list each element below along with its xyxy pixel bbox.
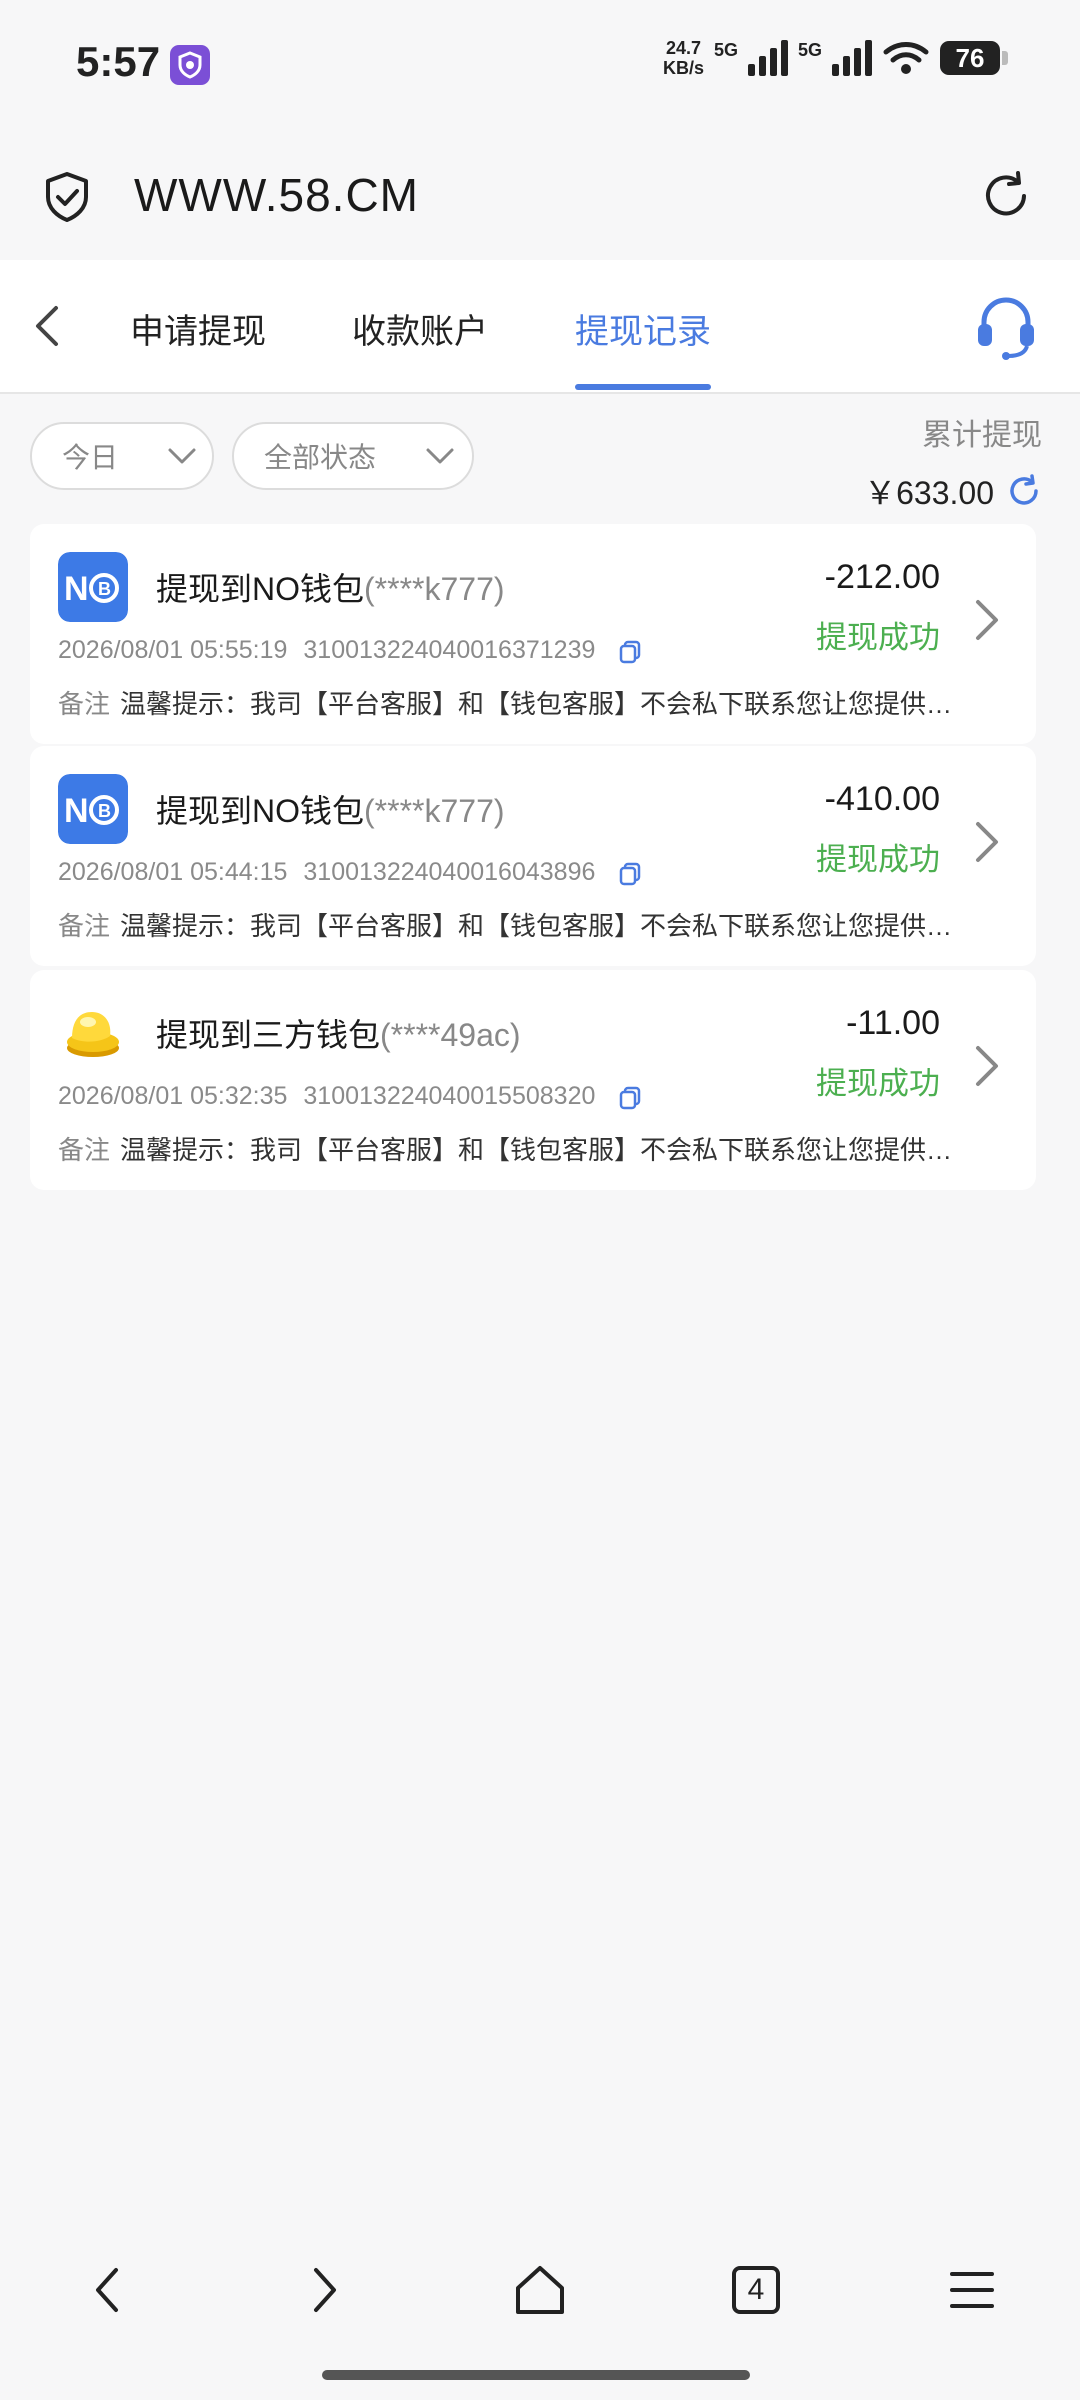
svg-text:N: N	[64, 570, 89, 608]
customer-service-headset-icon[interactable]	[970, 290, 1042, 362]
chevron-left-icon	[96, 2268, 118, 2312]
menu-icon	[950, 2272, 994, 2308]
record-title: 提现到NO钱包(****k777)	[156, 571, 505, 607]
status-filter-label: 全部状态	[264, 442, 377, 473]
record-meta: 2026/08/01 05:55:19 31001322404001637123…	[58, 636, 643, 665]
no-wallet-icon: NB	[58, 774, 128, 844]
record-status: 提现成功	[816, 620, 940, 655]
date-filter-label: 今日	[62, 442, 119, 473]
record-title: 提现到三方钱包(****49ac)	[156, 1017, 521, 1053]
record-datetime: 2026/08/01 05:32:35	[58, 1082, 288, 1110]
security-shield-icon[interactable]	[40, 170, 94, 224]
total-withdraw-value: ￥633.00	[864, 468, 1042, 514]
active-tab-indicator	[575, 384, 711, 390]
refresh-total-icon[interactable]	[1006, 473, 1042, 509]
record-title: 提现到NO钱包(****k777)	[156, 793, 505, 829]
status-bar: 5:57 24.7 KB/s 5G 5G 76	[0, 0, 1080, 130]
total-withdraw-amount: ￥633.00	[864, 475, 994, 511]
wifi-icon	[883, 42, 929, 74]
chevron-down-icon	[168, 448, 196, 464]
record-meta: 2026/08/01 05:44:15 31001322404001604389…	[58, 858, 643, 887]
record-note: 备注 温馨提示：我司【平台客服】和【钱包客服】不会私下联系您让您提供任何信息	[58, 911, 978, 941]
tabs-count-icon: 4	[732, 2266, 780, 2314]
chevron-right-icon	[314, 2268, 336, 2312]
record-status: 提现成功	[816, 842, 940, 877]
nav-home-button[interactable]	[495, 2245, 585, 2335]
record-amount: -212.00	[824, 558, 940, 596]
tab-receiving-account[interactable]: 收款账户	[352, 304, 488, 353]
page-header: 申请提现 收款账户 提现记录	[0, 260, 1080, 394]
record-order-number: 310013224040016371239	[303, 636, 596, 664]
network-type-2: 5G	[797, 40, 822, 60]
copy-icon[interactable]	[617, 638, 643, 664]
copy-icon[interactable]	[617, 860, 643, 886]
record-datetime: 2026/08/01 05:55:19	[58, 636, 288, 664]
nav-forward-button[interactable]	[279, 2245, 369, 2335]
date-filter-dropdown[interactable]: 今日	[30, 422, 214, 490]
withdraw-record-card[interactable]: 提现到三方钱包(****49ac) 2026/08/01 05:32:35 31…	[30, 970, 1036, 1190]
refresh-icon[interactable]	[978, 168, 1034, 224]
status-time: 5:57	[76, 38, 161, 85]
record-order-number: 310013224040015508320	[303, 1082, 596, 1110]
svg-text:B: B	[98, 579, 111, 599]
chevron-right-icon	[976, 822, 998, 862]
svg-text:N: N	[64, 792, 89, 830]
svg-text:B: B	[98, 801, 111, 821]
record-order-number: 310013224040016043896	[303, 858, 596, 886]
battery-icon: 76	[940, 41, 1008, 75]
browser-url-bar: WWW.58.CM	[0, 130, 1080, 260]
nav-back-button[interactable]	[63, 2245, 153, 2335]
nav-menu-button[interactable]	[927, 2245, 1017, 2335]
vpn-shield-icon	[170, 45, 210, 85]
tab-apply-withdraw[interactable]: 申请提现	[130, 304, 266, 353]
record-amount: -11.00	[846, 1004, 940, 1042]
chevron-down-icon	[426, 448, 454, 464]
back-chevron-icon[interactable]	[22, 296, 72, 356]
chevron-right-icon	[976, 600, 998, 640]
tab-withdraw-records[interactable]: 提现记录	[575, 304, 711, 353]
home-indicator[interactable]	[322, 2370, 750, 2380]
record-meta: 2026/08/01 05:32:35 31001322404001550832…	[58, 1082, 643, 1111]
url-text[interactable]: WWW.58.CM	[134, 168, 419, 222]
record-note: 备注 温馨提示：我司【平台客服】和【钱包客服】不会私下联系您让您提供任何信息	[58, 1135, 978, 1165]
record-datetime: 2026/08/01 05:44:15	[58, 858, 288, 886]
browser-bottom-nav: 4	[0, 2230, 1080, 2350]
third-party-wallet-icon	[67, 1012, 119, 1057]
status-icons: 24.7 KB/s 5G 5G 76	[662, 38, 1008, 78]
copy-icon[interactable]	[617, 1084, 643, 1110]
network-speed: 24.7 KB/s	[662, 38, 704, 78]
signal-icon-2	[832, 40, 872, 76]
signal-icon	[747, 40, 788, 76]
total-withdraw-label: 累计提现	[922, 419, 1042, 452]
nav-tabs-button[interactable]: 4	[711, 2245, 801, 2335]
record-amount: -410.00	[824, 780, 940, 818]
withdraw-record-card[interactable]: NB 提现到NO钱包(****k777) 2026/08/01 05:44:15…	[30, 746, 1036, 966]
withdraw-record-card[interactable]: NB 提现到NO钱包(****k777) 2026/08/01 05:55:19…	[30, 524, 1036, 744]
record-status: 提现成功	[816, 1066, 940, 1101]
chevron-right-icon	[976, 1046, 998, 1086]
home-icon	[516, 2266, 564, 2314]
no-wallet-icon: NB	[58, 552, 128, 622]
record-note: 备注 温馨提示：我司【平台客服】和【钱包客服】不会私下联系您让您提供任何信息	[58, 689, 978, 719]
network-type-1: 5G	[713, 40, 738, 60]
status-filter-dropdown[interactable]: 全部状态	[232, 422, 474, 490]
